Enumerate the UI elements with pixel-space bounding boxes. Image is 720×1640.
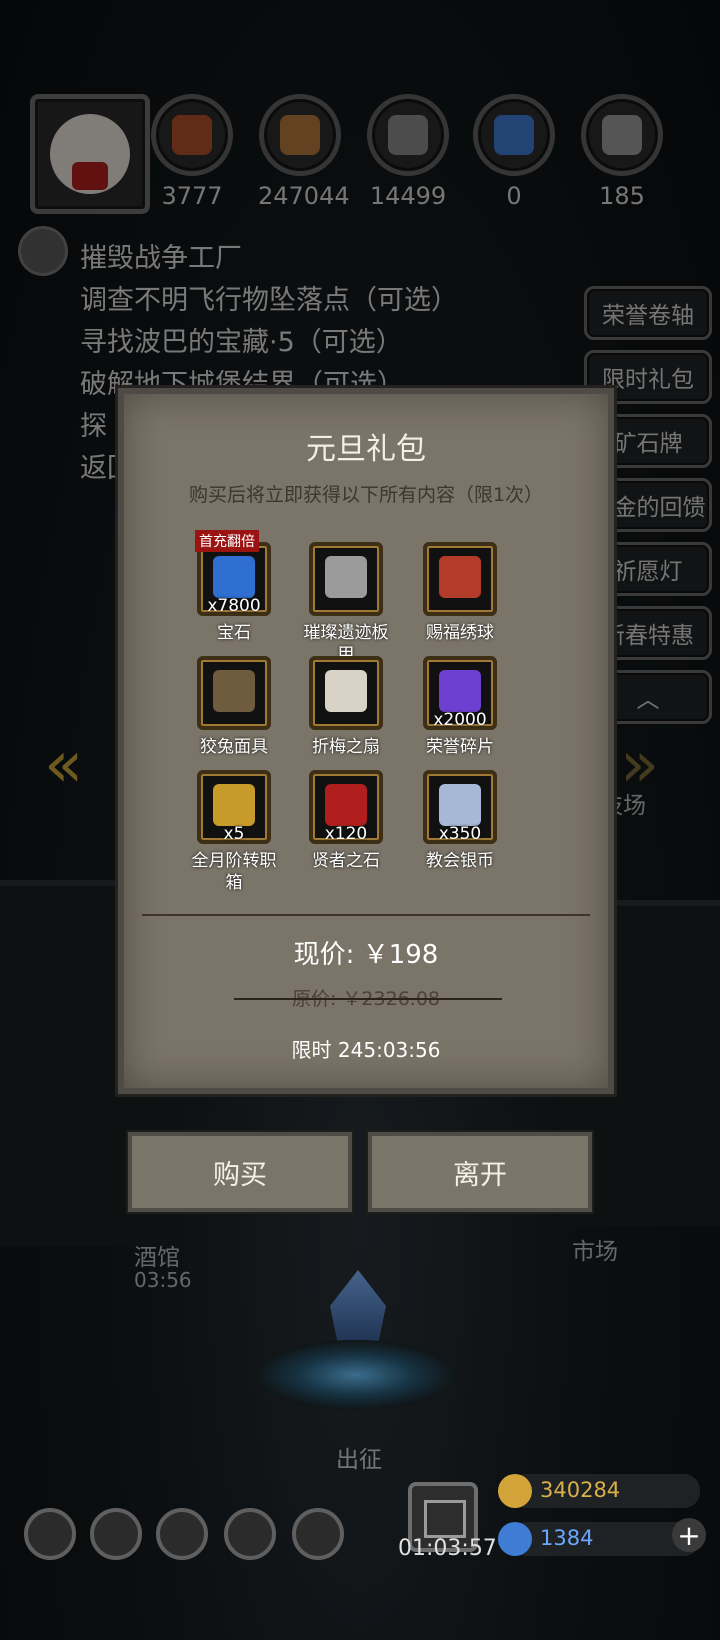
silver-coin-icon [439, 784, 481, 826]
limited-timer: 限时 245:03:56 [291, 1038, 441, 1062]
gold-amount: 340284 [540, 1478, 621, 1502]
item-name: 狡兔面具 [200, 737, 268, 757]
item-name: 赐福绣球 [426, 623, 494, 643]
gold-coin-icon [498, 1474, 532, 1508]
gem-amount: 1384 [540, 1526, 594, 1550]
reward-item[interactable]: x2000 荣誉碎片 [410, 656, 510, 758]
reward-item[interactable]: 璀璨遗迹板甲 [296, 542, 396, 666]
star-icon[interactable] [90, 1508, 142, 1560]
treasure-chest-icon [213, 784, 255, 826]
fan-icon [325, 670, 367, 712]
gem-coin-icon [498, 1522, 532, 1556]
settings-gear-icon[interactable] [24, 1508, 76, 1560]
mail-icon[interactable] [224, 1508, 276, 1560]
reward-item[interactable]: 首充翻倍 x7800 宝石 [184, 530, 284, 644]
buy-button[interactable]: 购买 [128, 1132, 352, 1212]
reward-item[interactable]: x5 全月阶转职箱 [184, 770, 284, 894]
item-name: 全月阶转职箱 [191, 851, 277, 893]
gift-timer: 01:03:57 [398, 1536, 497, 1561]
item-name: 宝石 [217, 623, 251, 643]
item-name: 教会银币 [426, 851, 494, 871]
reward-item[interactable]: x120 贤者之石 [296, 770, 396, 872]
gem-icon [213, 556, 255, 598]
add-currency-plus-icon[interactable]: + [672, 1518, 706, 1552]
leave-button[interactable]: 离开 [368, 1132, 592, 1212]
honor-shard-icon [439, 670, 481, 712]
item-quantity: x7800 [207, 596, 261, 616]
strikethrough [234, 998, 502, 1000]
item-quantity: x5 [223, 824, 245, 844]
gift-pack-dialog: 元旦礼包 购买后将立即获得以下所有内容（限1次） 首充翻倍 x7800 宝石 璀… [118, 388, 614, 1094]
reward-item[interactable]: 赐福绣球 [410, 542, 510, 644]
armor-icon [325, 556, 367, 598]
item-quantity: x2000 [433, 710, 487, 730]
item-name: 折梅之扇 [312, 737, 380, 757]
chart-icon[interactable] [156, 1508, 208, 1560]
item-quantity: x350 [438, 824, 482, 844]
handshake-icon[interactable] [292, 1508, 344, 1560]
sage-stone-icon [325, 784, 367, 826]
current-price: 现价: ￥198 [293, 940, 439, 970]
reward-item[interactable]: 狡兔面具 [184, 656, 284, 758]
reward-item[interactable]: 折梅之扇 [296, 656, 396, 758]
rabbit-mask-icon [213, 670, 255, 712]
embroidered-ball-icon [439, 556, 481, 598]
item-quantity: x120 [324, 824, 368, 844]
first-charge-badge: 首充翻倍 [195, 530, 259, 552]
reward-item[interactable]: x350 教会银币 [410, 770, 510, 872]
item-name: 荣誉碎片 [426, 737, 494, 757]
item-name: 贤者之石 [312, 851, 380, 871]
dialog-title: 元旦礼包 [306, 432, 426, 467]
dialog-subtitle: 购买后将立即获得以下所有内容（限1次） [188, 484, 544, 506]
divider [142, 914, 590, 916]
